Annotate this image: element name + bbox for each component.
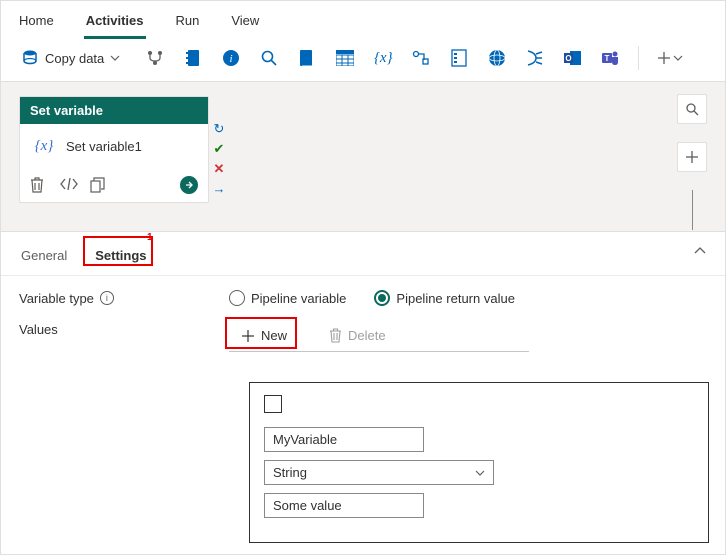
variable-icon: {x} [30,134,58,158]
connector-skip-icon[interactable]: → [211,180,227,196]
value-name-input[interactable]: MyVariable [264,427,424,452]
variable-type-label: Variable type i [19,291,229,306]
chevron-down-icon [110,53,120,63]
branch-icon[interactable] [146,49,164,67]
copy-data-button[interactable]: Copy data [13,45,128,71]
search-icon[interactable] [260,49,278,67]
tab-general[interactable]: General [19,242,69,269]
form-icon[interactable] [450,49,468,67]
value-type-select[interactable]: String [264,460,494,485]
canvas-search-button[interactable] [677,94,707,124]
globe-icon[interactable] [488,49,506,67]
settings-pane: Variable type i Pipeline variable Pipeli… [1,276,725,557]
radio-pipeline-variable-label: Pipeline variable [251,291,346,306]
plus-icon [657,51,671,65]
notebook-icon[interactable] [184,49,202,67]
new-value-button[interactable]: New [229,323,299,349]
properties-tabs: General Settings 1 [1,232,725,276]
value-row-checkbox[interactable] [264,395,282,413]
connector-loop-icon[interactable]: ↻ [211,120,227,136]
plus-icon [241,329,255,343]
chevron-down-icon [475,468,485,478]
connector-fail-icon[interactable]: ✕ [211,160,227,176]
svg-text:T: T [605,54,610,63]
annotation-settings-num: 1 [147,232,153,243]
tab-settings-label: Settings [95,248,146,263]
trash-icon[interactable] [30,177,46,193]
new-button-label: New [261,329,287,342]
info-icon[interactable]: i [100,291,114,305]
info-icon[interactable]: i [222,49,240,67]
teams-icon[interactable]: T [602,49,620,67]
value-value-input[interactable]: Some value [264,493,424,518]
table-icon[interactable] [336,49,354,67]
value-type-label: String [273,465,307,480]
script-icon[interactable] [298,49,316,67]
collapse-pane-icon[interactable] [693,244,707,261]
trash-icon [329,328,342,343]
copy-data-icon [21,49,39,67]
variable-icon[interactable]: {x} [374,49,392,67]
radio-pipeline-return-value[interactable]: Pipeline return value [374,290,515,306]
pipeline-canvas: Set variable {x} Set variable1 ↻ ✔ ✕ → [1,82,725,232]
delete-value-button[interactable]: Delete [317,322,398,349]
canvas-zoom-track[interactable] [692,190,693,230]
topnav-view[interactable]: View [229,9,261,39]
radio-pipeline-return-value-label: Pipeline return value [396,291,515,306]
delete-button-label: Delete [348,329,386,342]
actions-underline [229,351,529,352]
radio-pipeline-variable[interactable]: Pipeline variable [229,290,346,306]
yammer-icon[interactable] [526,49,544,67]
activity-card[interactable]: Set variable {x} Set variable1 [19,96,209,203]
activity-name: Set variable1 [66,139,142,154]
connector-success-icon[interactable]: ✔ [211,140,227,156]
svg-text:O: O [566,54,572,63]
code-icon[interactable] [60,177,76,193]
activity-toolbar: Copy data i {x} O T [1,39,725,82]
flow-icon[interactable] [412,49,430,67]
top-navigation: Home Activities Run View [1,1,725,39]
activity-connectors: ↻ ✔ ✕ → [211,120,227,196]
toolbar-add-button[interactable] [657,51,683,65]
canvas-add-button[interactable] [677,142,707,172]
clone-icon[interactable] [90,177,106,193]
values-label: Values [19,322,229,337]
topnav-home[interactable]: Home [17,9,56,39]
outlook-icon[interactable]: O [564,49,582,67]
activity-header: Set variable [20,97,208,124]
svg-text:i: i [230,53,233,65]
copy-data-label: Copy data [45,51,104,66]
topnav-activities[interactable]: Activities [84,9,146,39]
value-row-card: MyVariable String Some value [249,382,709,543]
toolbar-divider [638,46,639,70]
topnav-run[interactable]: Run [174,9,202,39]
run-icon[interactable] [180,176,198,194]
tab-settings[interactable]: Settings [93,242,148,269]
chevron-down-icon [673,53,683,63]
